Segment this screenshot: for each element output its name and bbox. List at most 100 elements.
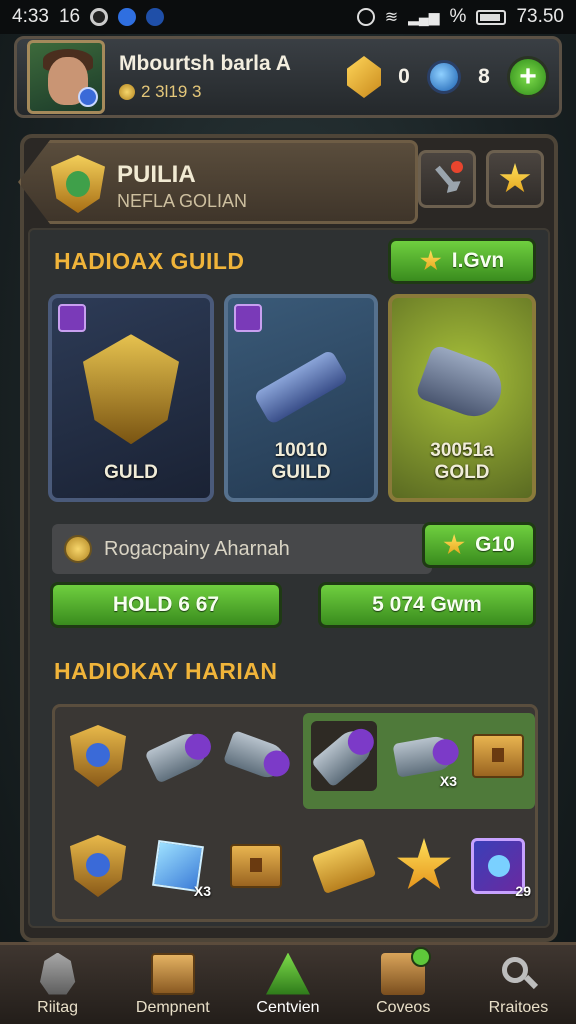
wifi-icon: ≋: [384, 9, 399, 26]
player-level: 2 3l19 3: [119, 82, 291, 102]
guild-card-1-label: GULD: [104, 462, 158, 484]
guild-settings-button[interactable]: [418, 150, 476, 208]
profile-bar: Mbourtsh barla A 2 3l19 3 0 8 +: [14, 36, 562, 118]
guild-card-3[interactable]: 30051a GOLD: [388, 294, 536, 502]
signal-icon: ▂▄▆: [408, 8, 440, 25]
cannon-icon: [310, 724, 378, 788]
nav-label: Dempnent: [135, 998, 210, 1016]
section-title-guild: HADIOAX GUILD: [54, 248, 245, 274]
item-slot[interactable]: [65, 721, 131, 791]
blue-orb-icon: [427, 60, 461, 94]
guild-subtitle: NEFLA GOLIAN: [117, 191, 248, 211]
nav-item-coveos[interactable]: Coveos: [346, 945, 461, 1024]
level-coin-icon: [119, 84, 135, 100]
guild-panel: PUILIA NEFLA GOLIAN HADIOAX GUILD I.Gvn …: [18, 134, 558, 942]
item-slot[interactable]: X3: [391, 721, 457, 791]
nav-item-rraitoes[interactable]: Rraitoes: [461, 945, 576, 1024]
item-slot[interactable]: [391, 831, 457, 901]
shield-icon: [70, 835, 126, 897]
box-icon: [381, 946, 432, 995]
search-icon: [496, 953, 540, 995]
nav-item-centvien[interactable]: Centvien: [230, 945, 345, 1024]
player-level-text: 2 3l19 3: [141, 82, 202, 101]
status-time: 4:33: [12, 6, 49, 27]
star-icon: [397, 838, 451, 889]
item-slot[interactable]: [223, 831, 289, 901]
app-notification-icon: [90, 8, 109, 26]
currency-bar: 0 8 +: [347, 56, 549, 98]
star-icon: [443, 534, 465, 555]
gem-purchase-label: 5 074 Gwm: [372, 593, 482, 616]
battery-icon: [476, 9, 507, 25]
guild-emblem-icon: [51, 155, 105, 213]
guild-join-button[interactable]: I.Gvn: [388, 238, 536, 284]
guild-title: PUILIA: [117, 161, 196, 188]
add-currency-button[interactable]: +: [507, 56, 549, 98]
chat-icon: [146, 8, 165, 26]
coin-icon: [64, 535, 92, 563]
messenger-icon: [118, 8, 137, 26]
item-slot[interactable]: X3: [145, 831, 211, 901]
status-clock: 73.50: [516, 6, 564, 27]
player-name: Mbourtsh barla A: [119, 52, 291, 75]
cannon-icon: [144, 728, 212, 784]
status-carrier: 16: [58, 6, 81, 27]
nav-label: Rraitoes: [488, 998, 549, 1016]
cannon-icon: [414, 344, 510, 424]
guild-card-3-label: 30051a GOLD: [430, 440, 494, 484]
cannon-icon: [392, 734, 456, 778]
hold-button-label: HOLD 6 67: [112, 593, 220, 616]
player-info: Mbourtsh barla A 2 3l19 3: [119, 52, 291, 102]
chest-icon: [472, 734, 524, 778]
guild-info-text: Rogacpainy Aharnah: [104, 537, 290, 560]
avatar-badge-icon: [78, 87, 98, 107]
chest-icon: [230, 844, 282, 888]
bottom-nav: Riitag Dempnent Centvien Coveos Rraitoes: [0, 942, 576, 1024]
star-icon: [499, 163, 531, 193]
reward-items-grid: X3 X3 29: [52, 704, 538, 922]
ticket-icon: [311, 837, 377, 895]
nav-label: Coveos: [376, 998, 431, 1016]
chest-icon: [150, 952, 195, 995]
item-slot[interactable]: [310, 721, 378, 791]
shield-icon: [70, 725, 126, 787]
gold-amount: 0: [398, 65, 410, 88]
section-title-harian: HADIOKAY HARIAN: [54, 658, 278, 684]
guild-info-row: Rogacpainy Aharnah: [52, 524, 432, 574]
armor-icon: [83, 334, 179, 445]
nav-item-dempnent[interactable]: Dempnent: [115, 945, 230, 1024]
hold-button[interactable]: HOLD 6 67: [50, 582, 282, 628]
status-bar: 4:33 16 ≋ ▂▄▆ % 73.50: [0, 0, 576, 34]
avatar[interactable]: [27, 40, 105, 114]
scroll-icon: [253, 349, 349, 426]
purple-gem-icon: [234, 304, 262, 332]
guild-content: HADIOAX GUILD I.Gvn GULD 10010 GUILD 300…: [28, 228, 550, 928]
notification-dot: [451, 161, 463, 173]
guild-card-2[interactable]: 10010 GUILD: [224, 294, 378, 502]
purple-gem-icon: [58, 304, 86, 332]
item-slot[interactable]: [465, 721, 531, 791]
nav-item-riitag[interactable]: Riitag: [0, 945, 115, 1024]
cannon-icon: [222, 730, 290, 782]
item-slot[interactable]: [222, 721, 290, 791]
triangle-icon: [266, 952, 310, 995]
battery-percent: %: [449, 6, 467, 27]
nav-label: Centvien: [256, 998, 320, 1016]
gem-purchase-button[interactable]: 5 074 Gwm: [318, 582, 536, 628]
guild-join-label: I.Gvn: [451, 249, 505, 272]
guild-go-label: G10: [475, 533, 515, 556]
helmet-icon: [39, 952, 76, 995]
green-badge-icon: [411, 946, 432, 967]
item-slot[interactable]: [65, 831, 131, 901]
guild-header: PUILIA NEFLA GOLIAN: [18, 140, 418, 224]
guild-card-2-label: 10010 GUILD: [271, 440, 331, 484]
favorite-button[interactable]: [486, 150, 544, 208]
item-slot[interactable]: [144, 721, 212, 791]
alarm-icon: [356, 8, 375, 26]
orb-amount: 8: [478, 65, 490, 88]
item-slot[interactable]: [311, 831, 377, 901]
star-icon: [420, 250, 442, 271]
item-slot[interactable]: 29: [465, 831, 531, 901]
guild-card-1[interactable]: GULD: [48, 294, 214, 502]
guild-go-button[interactable]: G10: [422, 522, 536, 568]
